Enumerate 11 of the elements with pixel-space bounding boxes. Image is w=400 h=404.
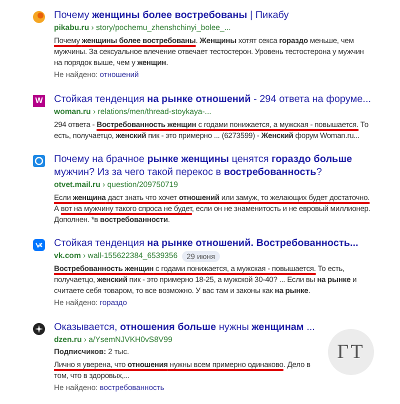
channel-avatar: ГТ [328,329,374,375]
result-title-link[interactable]: Стойкая тенденция на рынке отношений. Востребованность... [54,237,372,250]
site-logo-icon [33,11,45,23]
result-title-link[interactable]: Оказывается, отношения больше нужны женщинам ... [54,321,320,334]
result-title-link[interactable]: Стойкая тенденция на рынке отношений - 294 ответа на форуме... [54,93,372,106]
site-logo-icon [33,323,45,335]
result-title-link[interactable]: Почему женщины более востребованы | Пикабу [54,9,372,22]
site-logo-icon: W [33,95,45,107]
social-logo-icon [33,239,45,251]
result-title-link[interactable]: Почему на брачное рынке женщины ценятся гораздо больше мужчин? Из за чего такой перекос в востребованность? [54,153,372,179]
site-logo-icon [33,155,45,167]
